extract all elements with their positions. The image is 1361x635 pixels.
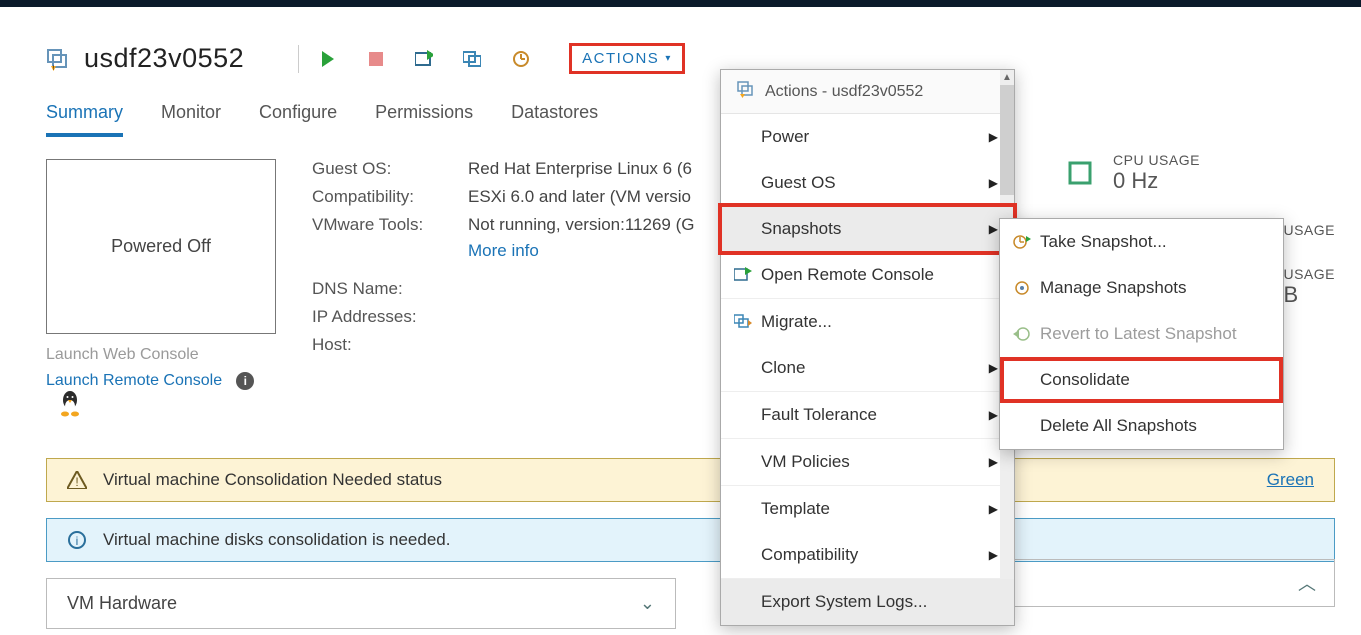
alert-warning-trailing-link[interactable]: Green	[1267, 470, 1314, 490]
actions-label: ACTIONS	[582, 50, 659, 67]
tab-permissions[interactable]: Permissions	[375, 102, 473, 137]
storage-usage-label-partial: USAGE	[1283, 266, 1335, 282]
menu-item-compatibility[interactable]: Compatibility ▶	[721, 532, 1014, 578]
guest-os-value: Red Hat Enterprise Linux 6 (6	[468, 159, 692, 179]
submenu-arrow-icon: ▶	[989, 408, 998, 422]
vm-hardware-panel[interactable]: VM Hardware ⌄	[46, 578, 676, 629]
menu-item-fault-tolerance[interactable]: Fault Tolerance ▶	[721, 391, 1014, 438]
vm-icon: !	[46, 47, 70, 71]
submenu-revert-snapshot: Revert to Latest Snapshot	[1000, 311, 1283, 357]
tab-datastores[interactable]: Datastores	[511, 102, 598, 137]
submenu-arrow-icon: ▶	[989, 176, 998, 190]
submenu-take-snapshot[interactable]: Take Snapshot...	[1000, 219, 1283, 265]
tab-bar: Summary Monitor Configure Permissions Da…	[46, 102, 1335, 137]
submenu-arrow-icon: ▶	[989, 361, 998, 375]
submenu-manage-snapshots[interactable]: Manage Snapshots	[1000, 265, 1283, 311]
actions-menu-header: Actions - usdf23v0552	[721, 70, 1014, 114]
info-circle-icon: i	[67, 531, 87, 549]
compat-label: Compatibility:	[312, 187, 468, 207]
chevron-up-icon: ︿	[1298, 570, 1316, 596]
submenu-arrow-icon: ▶	[989, 130, 998, 144]
svg-text:!: !	[75, 475, 78, 489]
submenu-delete-all-snapshots[interactable]: Delete All Snapshots	[1000, 403, 1283, 449]
take-snapshot-icon	[1012, 234, 1032, 250]
snapshot-clock-icon[interactable]	[511, 50, 529, 68]
menu-item-power[interactable]: Power ▶	[721, 114, 1014, 160]
menu-item-guest-os[interactable]: Guest OS ▶	[721, 160, 1014, 206]
page-header: ! usdf23v0552 ACTIONS ▾	[46, 43, 1335, 74]
guest-os-label: Guest OS:	[312, 159, 468, 179]
host-label: Host:	[312, 335, 468, 355]
svg-text:i: i	[76, 534, 79, 548]
submenu-arrow-icon: ▶	[989, 548, 998, 562]
scroll-up-icon: ▲	[1002, 72, 1012, 83]
page-title: usdf23v0552	[84, 43, 244, 74]
alert-info-text: Virtual machine disks consolidation is n…	[103, 530, 450, 550]
menu-item-export-logs[interactable]: Export System Logs...	[721, 578, 1014, 625]
console-icon	[733, 267, 753, 283]
app-topbar	[0, 0, 1361, 7]
mem-usage-label-partial: USAGE	[1283, 222, 1335, 238]
right-collapsed-panel[interactable]: ︿	[1005, 559, 1335, 607]
menu-item-clone[interactable]: Clone ▶	[721, 345, 1014, 391]
menu-item-snapshots[interactable]: Snapshots ▶	[721, 206, 1014, 252]
submenu-consolidate[interactable]: Consolidate	[1000, 357, 1283, 403]
manage-snapshot-icon	[1012, 280, 1032, 296]
alert-info: i Virtual machine disks consolidation is…	[46, 518, 1335, 562]
info-icon[interactable]: i	[236, 372, 254, 390]
toolbar: ACTIONS ▾	[298, 43, 685, 74]
revert-snapshot-icon	[1012, 326, 1032, 342]
actions-dropdown-button[interactable]: ACTIONS ▾	[569, 43, 685, 74]
tab-monitor[interactable]: Monitor	[161, 102, 221, 137]
menu-item-migrate[interactable]: Migrate...	[721, 298, 1014, 345]
launch-console-icon[interactable]	[415, 50, 433, 68]
menu-item-open-remote-console[interactable]: Open Remote Console	[721, 252, 1014, 298]
storage-usage-value-partial: B	[1283, 282, 1335, 308]
menu-item-vm-policies[interactable]: VM Policies ▶	[721, 438, 1014, 485]
warning-triangle-icon: !	[67, 471, 87, 489]
cpu-icon	[1065, 158, 1095, 188]
migrate-icon	[733, 314, 753, 330]
compat-value: ESXi 6.0 and later (VM versio	[468, 187, 691, 207]
tools-value: Not running, version:11269 (G	[468, 215, 694, 235]
power-off-icon[interactable]	[367, 50, 385, 68]
migrate-icon[interactable]	[463, 50, 481, 68]
chevron-down-icon: ▾	[665, 53, 672, 64]
tab-summary[interactable]: Summary	[46, 102, 123, 137]
cpu-usage-label: CPU USAGE	[1113, 152, 1200, 168]
alert-warning-text: Virtual machine Consolidation Needed sta…	[103, 470, 442, 490]
ip-label: IP Addresses:	[312, 307, 468, 327]
launch-web-console-link: Launch Web Console	[46, 346, 294, 364]
toolbar-divider	[298, 45, 299, 73]
power-on-icon[interactable]	[319, 50, 337, 68]
alert-warning: ! Virtual machine Consolidation Needed s…	[46, 458, 1335, 502]
actions-menu-title: Actions - usdf23v0552	[765, 83, 923, 101]
submenu-arrow-icon: ▶	[989, 502, 998, 516]
actions-menu: ▲ Actions - usdf23v0552 Power ▶ Guest OS…	[720, 69, 1015, 626]
cpu-usage-value: 0 Hz	[1113, 168, 1200, 194]
vm-icon	[737, 80, 755, 103]
vm-thumbnail[interactable]: Powered Off	[46, 159, 276, 334]
submenu-arrow-icon: ▶	[989, 455, 998, 469]
dns-label: DNS Name:	[312, 279, 468, 299]
menu-item-template[interactable]: Template ▶	[721, 485, 1014, 532]
tab-configure[interactable]: Configure	[259, 102, 337, 137]
launch-remote-console-link[interactable]: Launch Remote Console	[46, 372, 222, 389]
snapshots-submenu: Take Snapshot... Manage Snapshots Revert…	[999, 218, 1284, 450]
chevron-down-icon: ⌄	[640, 593, 655, 614]
linux-penguin-icon	[58, 390, 82, 422]
tools-label: VMware Tools:	[312, 215, 468, 235]
power-state-text: Powered Off	[111, 236, 211, 257]
vm-hardware-title: VM Hardware	[67, 593, 177, 614]
submenu-arrow-icon: ▶	[989, 222, 998, 236]
